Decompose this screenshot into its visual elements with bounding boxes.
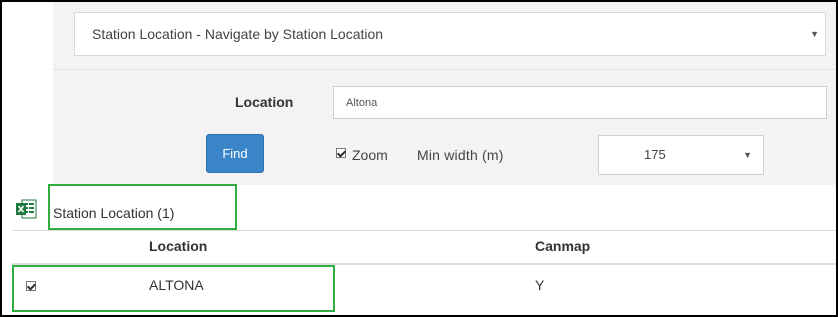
zoom-label: Zoom [352,147,388,163]
min-width-select-value: 175 [644,147,666,162]
chevron-down-icon: ▼ [810,29,819,39]
excel-export-icon[interactable] [15,199,37,219]
app-frame: Station Location - Navigate by Station L… [0,0,838,317]
location-input[interactable] [333,86,827,119]
highlight-box-results-title [48,184,237,230]
location-label: Location [235,94,294,110]
navigation-select[interactable]: Station Location - Navigate by Station L… [74,12,826,56]
chevron-down-icon: ▼ [743,150,752,160]
table-top-border [12,230,836,231]
min-width-select[interactable]: 175 ▼ [598,135,764,175]
panel-divider [53,69,836,70]
column-header-location[interactable]: Location [149,238,207,254]
column-header-canmap[interactable]: Canmap [535,238,590,254]
min-width-label: Min width (m) [417,147,504,163]
row-canmap-cell: Y [535,277,545,293]
find-button[interactable]: Find [206,134,264,173]
highlight-box-selected-row [12,265,335,312]
zoom-checkbox[interactable] [336,148,346,158]
navigation-select-value: Station Location - Navigate by Station L… [92,26,384,42]
